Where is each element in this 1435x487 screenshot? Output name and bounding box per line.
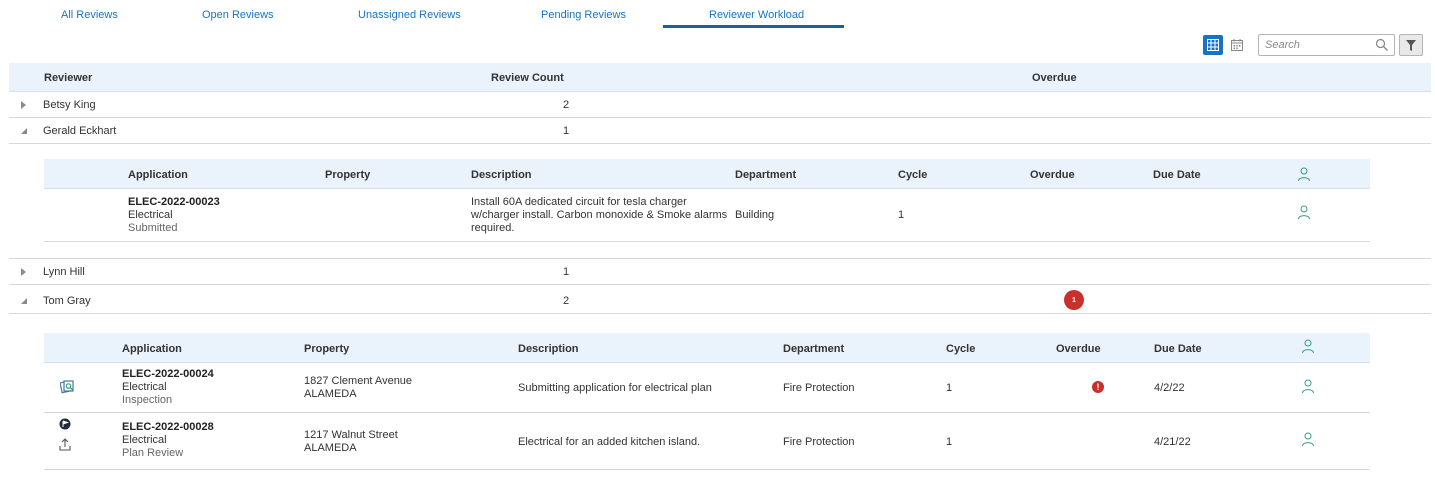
property-column-header: Property [325,169,371,181]
description-column-header: Description [518,343,579,355]
reviewer-row-gerald-eckhart[interactable]: Gerald Eckhart 1 [9,118,1431,144]
property-address: 1827 Clement Avenue [304,375,413,387]
overdue-column-header: Overdue [1056,343,1101,355]
reviews-table-header: Application Property Description Departm… [44,333,1370,363]
due-date-cell: 4/21/22 [1154,436,1191,448]
reviewer-row-lynn-hill[interactable]: Lynn Hill 1 [9,259,1431,285]
reviews-table-header: Application Property Description Departm… [44,159,1370,189]
cycle-column-header: Cycle [946,343,976,355]
inspection-icon [60,380,74,394]
assign-reviewer-icon[interactable] [1297,167,1311,182]
reviewer-name: Gerald Eckhart [43,125,117,137]
cycle-column-header: Cycle [898,169,928,181]
upload-icon[interactable] [59,438,71,451]
department-cell: Fire Protection [783,382,855,394]
review-row[interactable]: ELEC-2022-00024 Electrical Inspection 18… [44,363,1370,413]
review-tabs: All Reviews Open Reviews Unassigned Revi… [0,0,900,28]
grid-view-button[interactable] [1203,35,1223,55]
assign-reviewer-icon[interactable] [1297,205,1311,220]
property-city: ALAMEDA [304,442,357,454]
calendar-view-button[interactable] [1227,35,1247,55]
reviewer-name: Tom Gray [43,295,91,307]
review-row[interactable]: ELEC-2022-00023 Electrical Submitted Ins… [44,189,1370,242]
application-column-header: Application [128,169,188,181]
review-count-column-header: Review Count [491,72,564,84]
overdue-column-header: Overdue [1032,72,1077,84]
search-icon[interactable] [1375,38,1389,52]
search-box [1258,34,1395,56]
due-date-cell: 4/2/22 [1154,382,1185,394]
property-cell: 1217 Walnut Street ALAMEDA [304,429,398,455]
filter-button[interactable] [1399,34,1423,56]
review-count: 1 [563,266,570,278]
collapse-caret-icon[interactable] [19,296,29,306]
tab-all-reviews[interactable]: All Reviews [61,9,118,21]
description-cell: Electrical for an added kitchen island. [518,436,701,448]
filter-icon [1406,39,1416,51]
expand-caret-icon[interactable] [19,100,29,110]
application-status: Inspection [122,394,173,406]
workload-table-header: Reviewer Review Count Overdue [9,63,1431,92]
property-column-header: Property [304,343,350,355]
gerald-reviews-table: Application Property Description Departm… [44,159,1370,243]
cycle-cell: 1 [898,209,905,221]
reviewer-name: Betsy King [43,99,96,111]
application-number[interactable]: ELEC-2022-00023 [128,196,220,209]
description-cell: Submitting application for electrical pl… [518,382,712,394]
application-type: Electrical [122,434,167,446]
assign-reviewer-icon[interactable] [1301,432,1315,447]
cycle-cell: 1 [946,436,953,448]
assign-reviewer-icon[interactable] [1301,379,1315,394]
property-address: 1217 Walnut Street [304,429,398,441]
description-line: Install 60A dedicated circuit for tesla … [471,196,687,208]
application-number[interactable]: ELEC-2022-00024 [122,368,214,381]
application-column-header: Application [122,343,182,355]
department-cell: Building [735,209,775,221]
description-line: required. [471,222,515,234]
description-column-header: Description [471,169,532,181]
tom-gray-reviews-table: Application Property Description Departm… [44,333,1370,471]
department-column-header: Department [735,169,797,181]
plan-review-status-icon [59,418,71,430]
application-cell: ELEC-2022-00024 Electrical Inspection [122,368,214,407]
cycle-cell: 1 [946,382,953,394]
due-date-column-header: Due Date [1153,169,1201,181]
collapse-caret-icon[interactable] [19,126,29,136]
property-city: ALAMEDA [304,388,357,400]
reviewer-column-header: Reviewer [44,72,93,84]
application-type: Electrical [122,381,167,393]
overdue-column-header: Overdue [1030,169,1075,181]
reviewer-name: Lynn Hill [43,266,85,278]
tab-reviewer-workload[interactable]: Reviewer Workload [709,9,804,21]
review-count: 1 [563,125,570,137]
assign-reviewer-icon[interactable] [1301,339,1315,354]
application-type: Electrical [128,209,173,221]
overdue-alert-icon: ! [1092,381,1104,393]
description-cell: Install 60A dedicated circuit for tesla … [471,196,727,235]
search-input[interactable] [1259,35,1369,55]
description-line: w/charger install. Carbon monoxide & Smo… [471,209,728,221]
calendar-view-icon [1231,39,1243,51]
active-tab-indicator [663,25,844,28]
application-cell: ELEC-2022-00023 Electrical Submitted [128,196,220,235]
review-count: 2 [563,295,570,307]
review-row[interactable]: ELEC-2022-00028 Electrical Plan Review 1… [44,414,1370,470]
reviewer-row-tom-gray[interactable]: Tom Gray 2 1 [9,288,1431,314]
tab-pending-reviews[interactable]: Pending Reviews [541,9,626,21]
tab-open-reviews[interactable]: Open Reviews [202,9,274,21]
application-cell: ELEC-2022-00028 Electrical Plan Review [122,421,214,460]
department-cell: Fire Protection [783,436,855,448]
application-number[interactable]: ELEC-2022-00028 [122,421,214,434]
review-count: 2 [563,99,570,111]
application-status: Plan Review [122,447,184,459]
reviewer-row-betsy-king[interactable]: Betsy King 2 [9,92,1431,118]
application-status: Submitted [128,222,178,234]
overdue-count-badge: 1 [1064,290,1084,310]
property-cell: 1827 Clement Avenue ALAMEDA [304,375,412,401]
tab-unassigned-reviews[interactable]: Unassigned Reviews [358,9,461,21]
department-column-header: Department [783,343,845,355]
grid-view-icon [1207,39,1219,51]
expand-caret-icon[interactable] [19,267,29,277]
due-date-column-header: Due Date [1154,343,1202,355]
